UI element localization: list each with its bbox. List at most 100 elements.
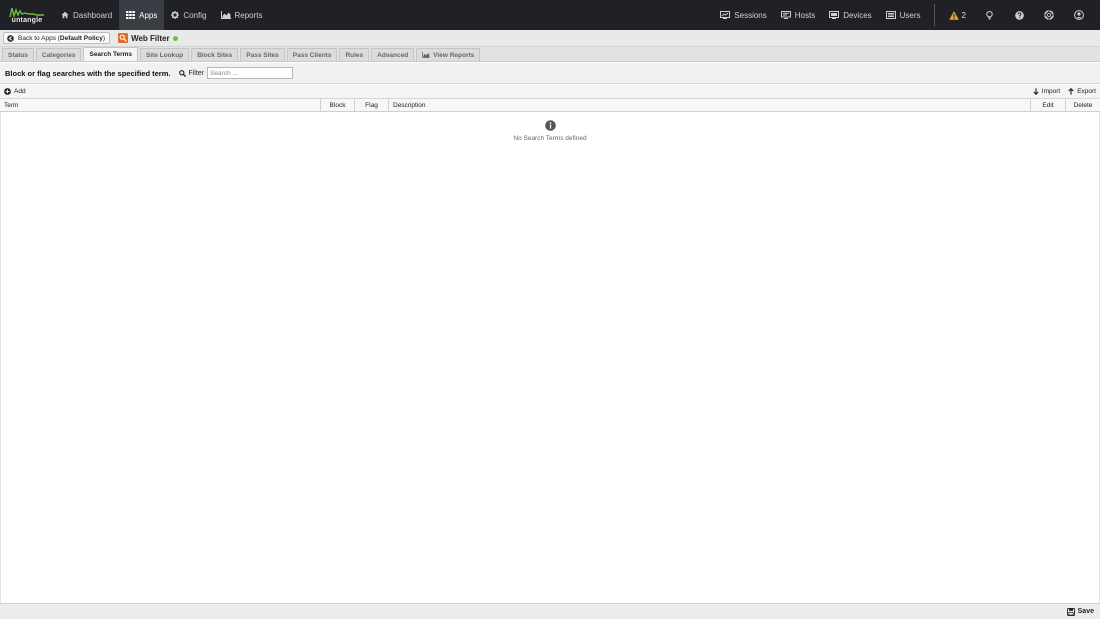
column-header-block[interactable]: Block — [321, 98, 355, 112]
arrow-up-icon — [1068, 88, 1074, 95]
account-button[interactable] — [1064, 0, 1094, 30]
add-button-label: Add — [14, 88, 26, 95]
tab-view-reports[interactable]: View Reports — [416, 48, 481, 61]
export-button[interactable]: Export — [1068, 88, 1096, 95]
tab-advanced[interactable]: Advanced — [371, 48, 415, 61]
nav-devices[interactable]: Devices — [822, 0, 878, 30]
tab-advanced-label: Advanced — [377, 51, 409, 59]
column-header-term[interactable]: Term — [0, 98, 321, 112]
app-header: Back to Apps ( Default Policy ) Web Filt… — [0, 30, 1100, 47]
footer-bar: Save — [0, 603, 1100, 619]
tab-pass-clients[interactable]: Pass Clients — [286, 48, 338, 61]
tab-view-reports-label: View Reports — [433, 51, 475, 59]
nav-users-label: Users — [899, 10, 921, 20]
nav-reports[interactable]: Reports — [214, 0, 270, 30]
search-icon — [179, 69, 187, 77]
info-icon — [544, 120, 556, 131]
nav-reports-label: Reports — [234, 10, 263, 20]
hosts-icon — [780, 11, 791, 19]
grid-toolbar-right: Import Export — [1025, 88, 1096, 95]
tab-rules-label: Rules — [345, 51, 364, 59]
column-description-label: Description — [393, 101, 426, 109]
back-to-apps-policy: Default Policy — [59, 34, 103, 42]
tab-categories-label: Categories — [41, 51, 76, 59]
arrow-down-icon — [1033, 88, 1039, 95]
home-icon — [61, 11, 69, 19]
grid-body: No Search Terms defined — [0, 112, 1100, 603]
search-input[interactable] — [207, 67, 294, 79]
column-header-delete[interactable]: Delete — [1066, 99, 1100, 112]
gear-icon — [171, 11, 180, 19]
chart-icon — [220, 11, 231, 19]
tab-status-label: Status — [8, 51, 28, 59]
import-button-label: Import — [1041, 88, 1061, 95]
app-tabs: Status Categories Search Terms Site Look… — [0, 47, 1100, 62]
column-term-label: Term — [4, 101, 19, 109]
tab-block-sites[interactable]: Block Sites — [191, 48, 239, 61]
save-button[interactable]: Save — [1066, 607, 1094, 616]
support-button[interactable] — [1034, 0, 1064, 30]
grid-header: Term Block Flag Description Edit Delete — [0, 98, 1100, 112]
nav-devices-label: Devices — [843, 10, 872, 20]
nav-config-label: Config — [183, 10, 207, 20]
tab-status[interactable]: Status — [2, 48, 34, 61]
column-block-label: Block — [329, 101, 346, 109]
support-icon — [1044, 10, 1054, 20]
top-navigation-bar: untangle Dashboard Apps Config Reports S… — [0, 0, 1100, 30]
tab-site-lookup[interactable]: Site Lookup — [140, 48, 190, 61]
back-to-apps-button[interactable]: Back to Apps ( Default Policy ) — [3, 32, 111, 44]
column-edit-label: Edit — [1042, 101, 1054, 109]
users-icon — [885, 11, 896, 19]
tab-categories[interactable]: Categories — [35, 48, 82, 61]
tab-search-terms-label: Search Terms — [89, 51, 132, 58]
nav-users[interactable]: Users — [879, 0, 928, 30]
empty-state: No Search Terms defined — [1, 120, 1099, 142]
nav-dashboard-label: Dashboard — [73, 10, 113, 20]
column-flag-label: Flag — [365, 101, 378, 109]
plus-circle-icon — [4, 88, 11, 95]
tab-rules[interactable]: Rules — [339, 48, 370, 61]
filter-label: Filter — [188, 69, 205, 77]
untangle-logo[interactable]: untangle — [4, 0, 50, 30]
column-delete-label: Delete — [1073, 101, 1093, 109]
column-header-description[interactable]: Description — [389, 98, 1031, 112]
back-to-apps-suffix: ) — [102, 34, 106, 42]
app-name: Web Filter — [131, 33, 170, 43]
user-circle-icon — [1074, 10, 1084, 20]
help-icon — [1014, 10, 1024, 20]
tab-pass-clients-label: Pass Clients — [292, 51, 332, 59]
column-header-flag[interactable]: Flag — [355, 98, 389, 112]
import-button[interactable]: Import — [1033, 88, 1060, 95]
nav-hosts-label: Hosts — [794, 10, 816, 20]
nav-config[interactable]: Config — [164, 0, 213, 30]
nav-sessions[interactable]: Sessions — [713, 0, 773, 30]
column-header-edit[interactable]: Edit — [1031, 98, 1066, 112]
nav-hosts[interactable]: Hosts — [774, 0, 822, 30]
grid-icon — [126, 11, 136, 19]
nav-right-group: Sessions Hosts Devices Users 2 — [713, 0, 1100, 30]
tab-search-terms[interactable]: Search Terms — [83, 47, 138, 61]
app-status-indicator — [172, 35, 178, 41]
description-bar: Block or flag searches with the specifie… — [0, 63, 1100, 84]
floppy-disk-icon — [1066, 607, 1075, 616]
nav-apps-label: Apps — [139, 10, 158, 20]
app-title: Web Filter — [118, 33, 178, 43]
back-to-apps-prefix: Back to Apps ( — [18, 34, 60, 42]
filter-group: Filter — [179, 67, 294, 79]
tab-site-lookup-label: Site Lookup — [146, 51, 184, 59]
tips-button[interactable] — [974, 0, 1004, 30]
warning-icon — [948, 10, 959, 20]
tab-pass-sites[interactable]: Pass Sites — [240, 48, 285, 61]
tab-block-sites-label: Block Sites — [197, 51, 233, 59]
web-filter-app-icon — [118, 33, 129, 43]
help-button[interactable] — [1004, 0, 1034, 30]
lightbulb-icon — [985, 10, 993, 20]
add-button[interactable]: Add — [4, 88, 26, 95]
alerts-button[interactable]: 2 — [941, 0, 974, 30]
empty-state-text: No Search Terms defined — [513, 135, 587, 142]
nav-apps[interactable]: Apps — [119, 0, 165, 30]
alerts-count: 2 — [961, 10, 966, 20]
nav-dashboard[interactable]: Dashboard — [54, 0, 119, 30]
nav-divider — [933, 4, 935, 26]
sessions-icon — [720, 11, 731, 19]
